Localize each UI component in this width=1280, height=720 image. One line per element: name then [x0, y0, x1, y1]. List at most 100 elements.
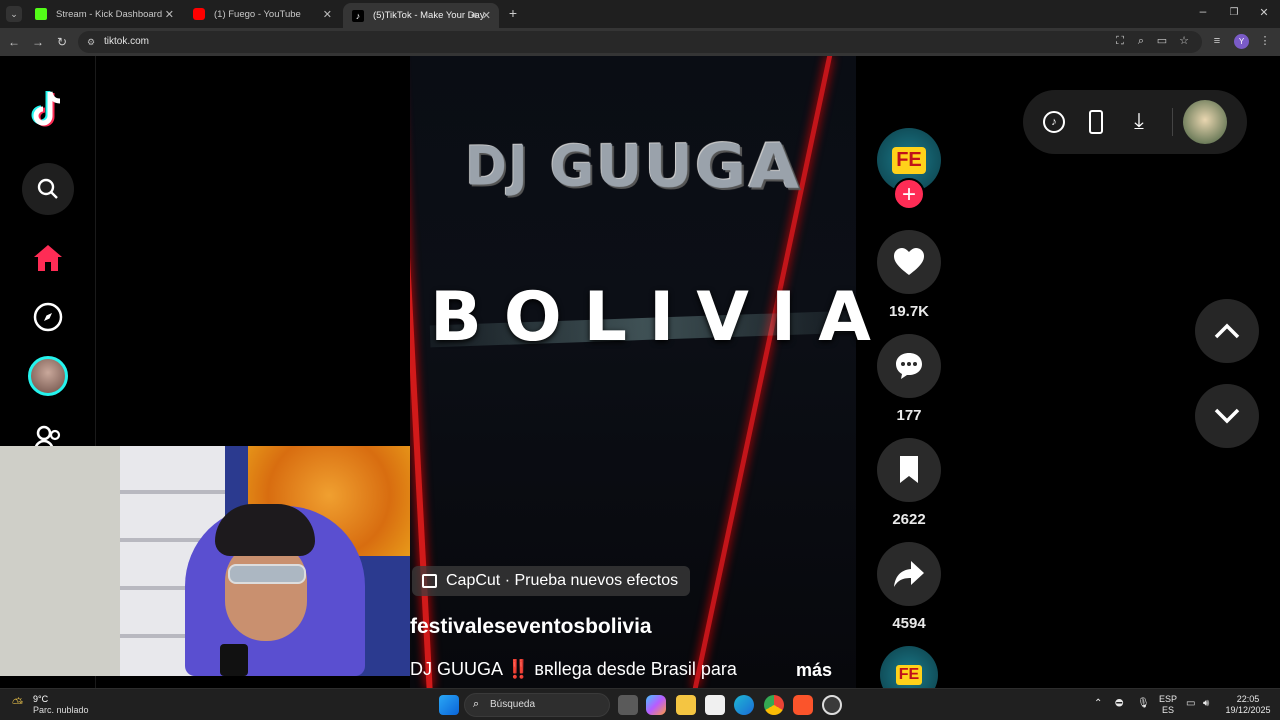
home-icon[interactable]: [22, 232, 74, 284]
speaker-icon[interactable]: 🔊︎: [471, 10, 477, 21]
browser-toolbar: ← → ↻ ⚙︎ tiktok.com: [0, 28, 1280, 56]
weather-desc: Parc. nublado: [33, 705, 89, 715]
address-bar[interactable]: ⚙︎ tiktok.com: [78, 31, 1202, 53]
creator-badge: FE: [892, 147, 926, 174]
lang-bottom: ES: [1158, 705, 1178, 716]
streamer-hair: [215, 504, 315, 556]
sunglasses: [228, 564, 306, 584]
browser-tab-bar: ⌄ Stream - Kick Dashboard ✕ (1) Fuego - …: [0, 0, 1280, 28]
close-tab-icon[interactable]: ✕: [323, 8, 332, 21]
like-count: 19.7K: [870, 303, 948, 320]
wall: [0, 446, 120, 676]
comment-icon: [894, 351, 924, 381]
dj-logo-text: DJ GUUGA: [465, 133, 824, 198]
microphone: [220, 644, 248, 676]
bookmark-star-icon[interactable]: ☆: [1177, 34, 1191, 48]
kick-icon: [35, 8, 47, 20]
top-action-bar: ♪ ⤓: [1023, 90, 1247, 154]
search-icon[interactable]: [22, 163, 74, 215]
network-off-icon[interactable]: ⛔︎: [1115, 698, 1123, 709]
reload-icon[interactable]: ↻: [54, 34, 70, 50]
display-icon[interactable]: ▭: [1186, 698, 1195, 709]
language-indicator[interactable]: ESP ES: [1158, 694, 1178, 716]
close-tab-icon[interactable]: ✕: [482, 9, 491, 22]
user-avatar[interactable]: [1183, 100, 1227, 144]
translate-icon[interactable]: ⛶: [1113, 34, 1127, 48]
cast-icon[interactable]: ▭: [1155, 34, 1169, 48]
copilot-icon[interactable]: [646, 695, 666, 715]
effect-label: CapCut · Prueba nuevos efectos: [446, 572, 678, 589]
tab-tiktok[interactable]: ♪ (5)TikTok - Make Your Day 🔊︎ ✕: [343, 3, 499, 28]
save-count: 2622: [870, 511, 948, 528]
heart-icon: [894, 248, 924, 276]
chevron-down-icon: [1214, 408, 1240, 424]
taskbar-search[interactable]: ⌕ Búsqueda: [464, 693, 610, 717]
search-label: Búsqueda: [490, 699, 535, 710]
zoom-icon[interactable]: ⌕: [1134, 34, 1148, 48]
store-icon[interactable]: [705, 695, 725, 715]
windows-start-icon[interactable]: [439, 695, 459, 715]
edge-icon[interactable]: [734, 695, 754, 715]
tab-title: (1) Fuego - YouTube: [214, 9, 301, 20]
brave-icon[interactable]: [793, 695, 813, 715]
weather-widget[interactable]: ⛅︎ 9°C Parc. nublado: [10, 693, 120, 717]
video-description: DJ GUUGA ‼️ ʙʀllega desde Brasil para: [410, 659, 737, 680]
lang-top: ESP: [1158, 694, 1178, 705]
more-button[interactable]: más: [796, 660, 832, 681]
search-icon: ⌕: [473, 698, 479, 711]
tab-search-button[interactable]: ⌄: [6, 6, 22, 22]
webcam-overlay: [0, 446, 410, 676]
menu-icon[interactable]: ⋮: [1258, 34, 1272, 48]
close-window-button[interactable]: ✕: [1257, 6, 1271, 20]
streamer-face: [225, 541, 307, 641]
previous-video-button[interactable]: [1195, 299, 1259, 363]
task-view-icon[interactable]: [618, 695, 638, 715]
volume-icon[interactable]: 🔊︎: [1203, 698, 1209, 709]
obs-icon[interactable]: [822, 695, 842, 715]
url-text: tiktok.com: [104, 36, 149, 47]
capcut-effect-tag[interactable]: CapCut · Prueba nuevos efectos: [412, 566, 690, 596]
minimize-button[interactable]: –: [1196, 6, 1210, 20]
follow-button[interactable]: +: [893, 178, 925, 210]
creator-badge: FE: [896, 665, 922, 685]
tiktok-coin-icon[interactable]: ♪: [1043, 111, 1065, 133]
chrome-icon[interactable]: [764, 695, 784, 715]
tray-chevron-icon[interactable]: ⌃: [1094, 698, 1102, 709]
next-video-button[interactable]: [1195, 384, 1259, 448]
new-tab-button[interactable]: +: [505, 5, 521, 21]
following-avatar[interactable]: [22, 350, 74, 402]
clock-date: 19/12/2025: [1222, 705, 1274, 716]
avatar: [28, 356, 68, 396]
close-tab-icon[interactable]: ✕: [165, 8, 174, 21]
video-author[interactable]: festivaleseventosbolivia: [410, 615, 652, 639]
tab-title: (5)TikTok - Make Your Day: [373, 10, 485, 21]
sound-disc[interactable]: FE: [880, 646, 938, 688]
comment-button[interactable]: [877, 334, 941, 398]
tab-title: Stream - Kick Dashboard: [56, 9, 162, 20]
save-button[interactable]: [877, 438, 941, 502]
clock[interactable]: 22:05 19/12/2025: [1222, 694, 1274, 716]
microphone-icon[interactable]: 🎙︎: [1137, 698, 1150, 709]
restore-button[interactable]: ❐: [1227, 6, 1241, 20]
cloud-sun-icon: ⛅︎: [12, 695, 23, 712]
phone-icon[interactable]: [1089, 110, 1103, 134]
tab-kick-dashboard[interactable]: Stream - Kick Dashboard ✕: [26, 3, 182, 25]
back-icon[interactable]: ←: [6, 34, 22, 50]
tab-youtube[interactable]: (1) Fuego - YouTube ✕: [184, 3, 340, 25]
share-icon: [894, 561, 924, 587]
explore-icon[interactable]: [22, 291, 74, 343]
chevron-up-icon: [1214, 323, 1240, 339]
like-button[interactable]: [877, 230, 941, 294]
forward-icon[interactable]: →: [30, 34, 46, 50]
comment-count: 177: [870, 407, 948, 424]
share-button[interactable]: [877, 542, 941, 606]
site-info-icon[interactable]: ⚙︎: [87, 31, 95, 53]
file-explorer-icon[interactable]: [676, 695, 696, 715]
download-icon[interactable]: ⤓: [1129, 108, 1149, 134]
reading-list-icon[interactable]: ≡: [1210, 34, 1224, 48]
divider: [1172, 108, 1173, 136]
tiktok-logo-icon[interactable]: [22, 84, 74, 136]
profile-avatar[interactable]: Y: [1234, 34, 1249, 49]
weather-temp: 9°C: [33, 694, 48, 704]
tiktok-icon: ♪: [352, 10, 364, 22]
